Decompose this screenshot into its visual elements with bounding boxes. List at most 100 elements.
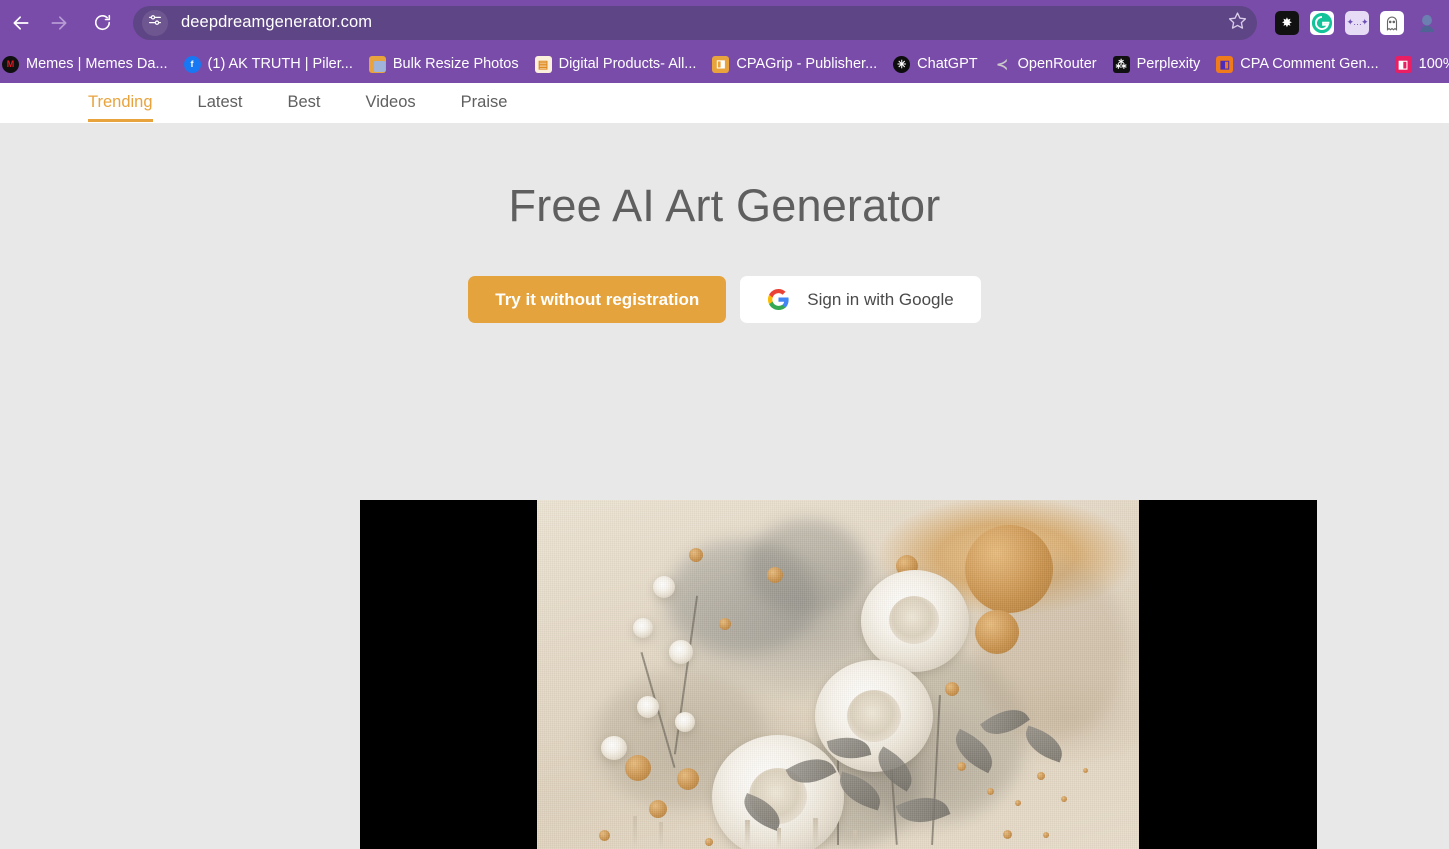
gold-circle	[945, 682, 959, 696]
back-button[interactable]	[4, 6, 38, 40]
paint-drip	[853, 830, 857, 849]
monica-glyph: ✦…✦	[1346, 17, 1368, 27]
gold-circle	[975, 610, 1019, 654]
monica-ai-icon[interactable]: ✦…✦	[1345, 10, 1369, 35]
gold-circle	[987, 788, 994, 795]
bookmark-item[interactable]: Bulk Resize Photos	[361, 53, 527, 76]
bookmark-item[interactable]: ≺ OpenRouter	[986, 53, 1105, 76]
paint-drip	[659, 822, 663, 849]
try-without-registration-button[interactable]: Try it without registration	[468, 276, 727, 323]
bookmark-item[interactable]: f (1) AK TRUTH | Piler...	[176, 53, 361, 76]
gold-circle	[1061, 796, 1067, 802]
bookmark-label: Digital Products- All...	[558, 56, 697, 72]
openrouter-favicon: ≺	[996, 55, 1008, 72]
facebook-favicon: f	[183, 55, 201, 73]
sign-in-with-google-button[interactable]: Sign in with Google	[740, 276, 981, 323]
avatar-glyph	[1420, 14, 1434, 32]
gold-circle	[1037, 772, 1045, 780]
cpa-comment-gen-favicon: ◧	[1216, 55, 1234, 73]
forward-button[interactable]	[42, 6, 76, 40]
browser-toolbar: deepdreamgenerator.com ✸ ✦…✦	[0, 0, 1449, 45]
flower-bud	[633, 618, 653, 638]
bookmark-label: Bulk Resize Photos	[392, 56, 519, 72]
gold-circle-large	[965, 525, 1053, 613]
tab-trending[interactable]: Trending	[88, 93, 153, 122]
reload-button[interactable]	[85, 6, 119, 40]
gold-circle	[1003, 830, 1012, 839]
tab-videos[interactable]: Videos	[366, 93, 416, 123]
page-title: Free AI Art Generator	[508, 180, 941, 231]
featured-art-image	[537, 500, 1139, 849]
gold-circle	[625, 755, 651, 781]
gold-circle	[705, 838, 713, 846]
chatgpt-favicon: ✳	[893, 55, 911, 73]
bookmark-item[interactable]: ⁂ Perplexity	[1105, 53, 1209, 76]
paint-drip	[777, 828, 781, 849]
google-g-icon	[767, 288, 790, 311]
bookmark-item[interactable]: ◧ CPA Comment Gen...	[1208, 53, 1386, 76]
flower-bud	[637, 696, 659, 718]
bookmark-item[interactable]: ◨ CPAGrip - Publisher...	[704, 53, 885, 76]
site-nav-tabs: Trending Latest Best Videos Praise	[0, 83, 1449, 123]
gold-circle	[599, 830, 610, 841]
tab-praise[interactable]: Praise	[461, 93, 508, 123]
gold-circle	[767, 567, 783, 583]
tab-latest[interactable]: Latest	[198, 93, 243, 123]
digital-products-favicon: ▤	[534, 55, 552, 73]
reload-icon	[93, 13, 112, 32]
extensions-area: ✸ ✦…✦	[1261, 10, 1449, 35]
cpagrip-favicon: ◨	[712, 55, 730, 73]
flower-bud	[653, 576, 675, 598]
cta-button-row: Try it without registration Sign in with…	[0, 276, 1449, 323]
bookmarks-bar: M Memes | Memes Da... f (1) AK TRUTH | P…	[0, 45, 1449, 83]
memes-favicon: M	[2, 55, 19, 73]
perplexity-favicon: ⁂	[1112, 55, 1130, 73]
paint-drip	[745, 820, 750, 849]
featured-art-card[interactable]	[360, 500, 1317, 849]
back-arrow-icon	[11, 13, 31, 33]
bookmark-item[interactable]: ✳ ChatGPT	[885, 53, 985, 76]
bookmark-label: (1) AK TRUTH | Piler...	[207, 56, 353, 72]
bulk-resize-favicon	[368, 55, 386, 73]
bookmark-label: CPAGrip - Publisher...	[736, 56, 878, 72]
grammarly-icon[interactable]	[1310, 10, 1334, 35]
gold-circle	[677, 768, 699, 790]
tune-sliders-icon	[147, 12, 163, 33]
address-bar[interactable]: deepdreamgenerator.com	[133, 5, 1257, 40]
gold-circle	[719, 618, 731, 630]
ghost-glyph	[1386, 15, 1398, 31]
bookmark-label: CPA Comment Gen...	[1240, 56, 1379, 72]
bookmark-label: ChatGPT	[917, 56, 978, 72]
forward-arrow-icon	[49, 13, 69, 33]
bookmark-item[interactable]: M Memes | Memes Da...	[0, 53, 176, 76]
paint-drip	[813, 818, 818, 849]
rose-core	[847, 690, 901, 742]
site-settings-button[interactable]	[142, 9, 168, 36]
ghost-extension-icon[interactable]	[1380, 10, 1404, 35]
gold-circle	[1083, 768, 1088, 773]
extensions-puzzle-icon[interactable]: ✸	[1275, 10, 1299, 35]
google-button-label: Sign in with Google	[807, 289, 954, 309]
gold-circle	[649, 800, 667, 818]
bookmark-label: Memes | Memes Da...	[26, 56, 168, 72]
gold-circle	[1015, 800, 1021, 806]
bookmark-star-icon	[1228, 11, 1247, 35]
page-content: Free AI Art Generator Try it without reg…	[0, 123, 1449, 849]
free-digital-favicon: ◧	[1394, 55, 1412, 73]
profile-avatar-icon[interactable]	[1415, 11, 1439, 35]
bookmark-item[interactable]: ▤ Digital Products- All...	[527, 53, 705, 76]
url-text: deepdreamgenerator.com	[181, 13, 373, 31]
bookmark-label: OpenRouter	[1017, 56, 1097, 72]
puzzle-glyph: ✸	[1281, 14, 1293, 30]
paint-drip	[633, 816, 637, 849]
bookmark-item[interactable]: ◧ 100% Free Digita	[1387, 53, 1449, 76]
gold-circle	[689, 548, 703, 562]
rose-core	[889, 596, 939, 644]
watercolor-blob	[747, 520, 867, 615]
flower-bud	[675, 712, 695, 732]
flower-bud	[601, 736, 627, 760]
grammarly-g-glyph	[1311, 12, 1333, 33]
bookmark-star-button[interactable]	[1223, 9, 1251, 37]
tab-best[interactable]: Best	[287, 93, 320, 123]
gold-circle	[1043, 832, 1049, 838]
